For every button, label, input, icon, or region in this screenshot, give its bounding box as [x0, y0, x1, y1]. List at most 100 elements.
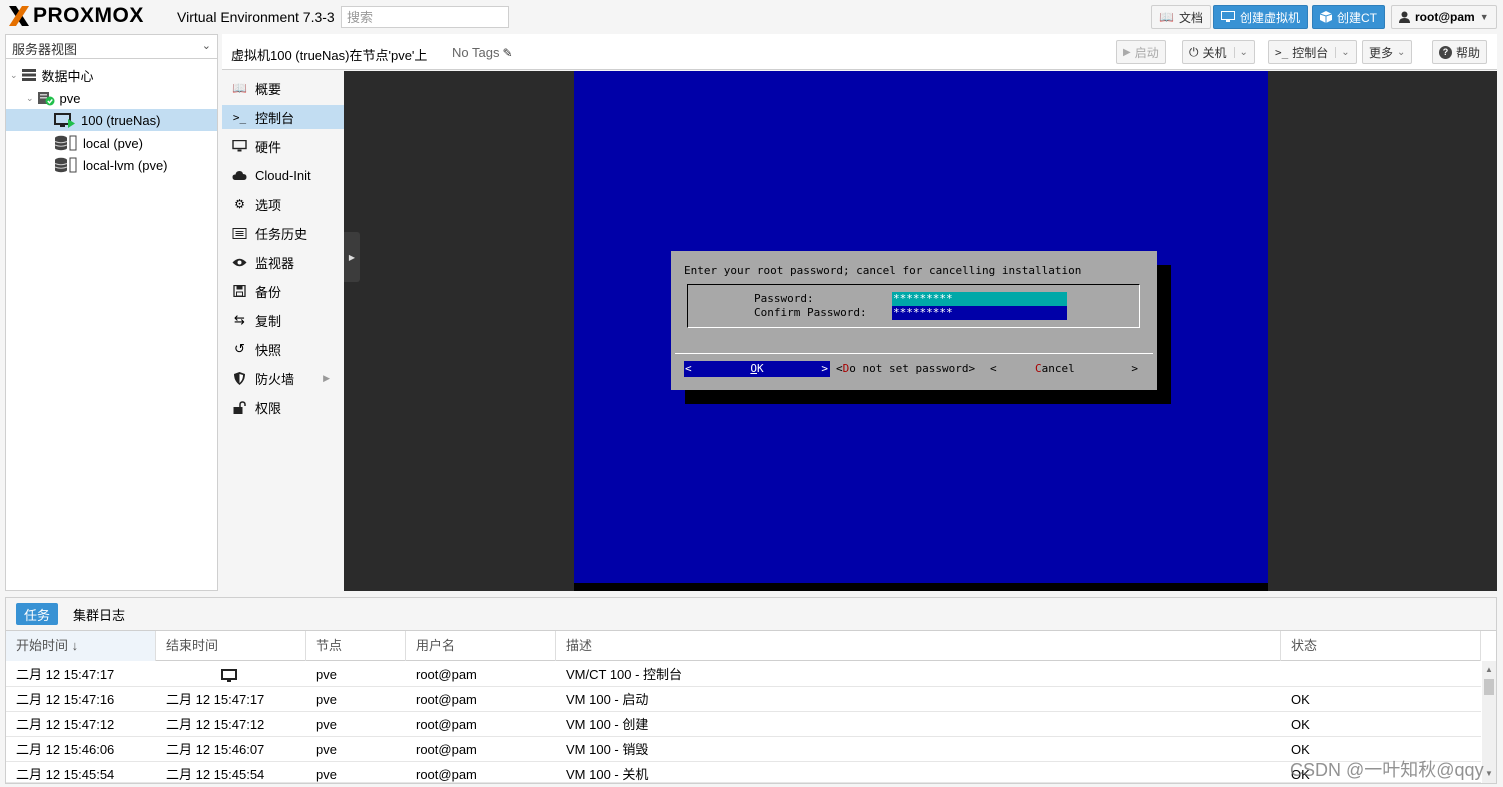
cell-status: OK: [1291, 692, 1310, 707]
cancel-close: >: [1131, 362, 1138, 375]
expand-icon: ⌄: [26, 92, 34, 103]
ok-button[interactable]: < OK >: [684, 361, 830, 377]
vm-nav-menu: 📖 概要 >_ 控制台 硬件 Cloud-Init ⚙ 选项 任务历史 监视器 …: [222, 71, 344, 591]
nav-item-task-history[interactable]: 任务历史: [222, 221, 344, 245]
watermark: CSDN @一叶知秋@qqy: [1290, 760, 1484, 780]
view-select-value: 服务器视图: [12, 42, 78, 57]
chevron-right-icon: ▶: [348, 252, 356, 262]
create-vm-label: 创建虚拟机: [1240, 10, 1301, 25]
datacenter-icon: [21, 69, 36, 81]
column-node[interactable]: 节点: [306, 631, 406, 661]
table-row[interactable]: 二月 12 15:47:16 二月 12 15:47:17 pve root@p…: [6, 687, 1481, 712]
no-password-button[interactable]: <Do not set password>: [836, 362, 975, 375]
cancel-button[interactable]: < Cancel >: [990, 362, 1138, 375]
chevron-down-icon: ⌄: [1397, 46, 1406, 58]
nav-item-backup[interactable]: 备份: [222, 279, 344, 303]
tree-item-node-pve[interactable]: ⌄ pve: [6, 87, 217, 109]
column-end-time[interactable]: 结束时间: [156, 631, 306, 661]
create-vm-button[interactable]: 创建虚拟机: [1213, 5, 1309, 29]
scroll-thumb[interactable]: [1484, 679, 1494, 695]
nav-item-label: 概要: [255, 81, 282, 97]
expand-icon: ⌄: [10, 69, 18, 80]
tags-editor[interactable]: No Tags ✎: [452, 45, 513, 60]
more-button[interactable]: 更多 ⌄: [1362, 40, 1413, 64]
chevron-down-icon[interactable]: ⌄: [1233, 46, 1248, 58]
nav-item-hardware[interactable]: 硬件: [222, 134, 344, 158]
nopw-open: <: [836, 362, 843, 375]
confirm-password-field[interactable]: *********: [892, 306, 1067, 320]
nav-item-label: 复制: [255, 313, 282, 329]
cell-description: VM/CT 100 - 控制台: [566, 667, 683, 682]
more-label: 更多: [1369, 45, 1394, 60]
docs-label: 文档: [1178, 10, 1203, 25]
table-row[interactable]: 二月 12 15:45:54 二月 12 15:45:54 pve root@p…: [6, 762, 1481, 783]
shutdown-button[interactable]: ⏻ 关机 ⌄: [1182, 40, 1255, 64]
table-row[interactable]: 二月 12 15:47:12 二月 12 15:47:12 pve root@p…: [6, 712, 1481, 737]
column-start-time[interactable]: 开始时间 ↓: [6, 631, 156, 661]
cell-user: root@pam: [416, 692, 477, 707]
table-row[interactable]: 二月 12 15:46:06 二月 12 15:46:07 pve root@p…: [6, 737, 1481, 762]
scroll-up-icon[interactable]: ▲: [1485, 665, 1493, 674]
nav-item-cloud-init[interactable]: Cloud-Init: [222, 163, 344, 187]
task-log-panel: 任务 集群日志 开始时间 ↓ 结束时间 节点 用户名 描述 状态 二月 12 1…: [5, 597, 1497, 784]
nav-item-replication[interactable]: ⇆ 复制: [222, 308, 344, 332]
help-button[interactable]: ? 帮助: [1432, 40, 1488, 64]
tree-item-datacenter[interactable]: ⌄ 数据中心: [6, 64, 217, 86]
retweet-icon: ⇆: [234, 312, 245, 327]
tree-item-storage-local[interactable]: local (pve): [6, 132, 217, 154]
console-button[interactable]: >_ 控制台 ⌄: [1268, 40, 1357, 64]
password-field[interactable]: *********: [892, 292, 1067, 306]
list-icon: [232, 227, 247, 239]
help-icon: ?: [1439, 45, 1452, 59]
scroll-down-icon[interactable]: ▼: [1485, 769, 1493, 778]
nav-item-summary[interactable]: 📖 概要: [222, 76, 344, 100]
start-button[interactable]: ▶ 启动: [1116, 40, 1166, 64]
cell-start: 二月 12 15:46:06: [16, 742, 115, 757]
cell-node: pve: [316, 667, 337, 682]
cell-node: pve: [316, 692, 337, 707]
table-row[interactable]: 二月 12 15:47:17 pve root@pam VM/CT 100 - …: [6, 662, 1481, 687]
console-sidebar-toggle[interactable]: ▶: [344, 232, 360, 282]
view-select[interactable]: 服务器视图 ⌄: [6, 35, 217, 59]
user-menu-button[interactable]: root@pam ▼: [1391, 5, 1497, 29]
nav-item-console[interactable]: >_ 控制台: [222, 105, 344, 129]
tab-cluster-log[interactable]: 集群日志: [65, 603, 133, 625]
proxmox-logo[interactable]: PROXMOX: [8, 5, 144, 27]
cell-start: 二月 12 15:47:16: [16, 692, 115, 707]
unlock-icon: [233, 400, 246, 414]
user-label: root@pam: [1415, 10, 1475, 24]
monitor-icon: [1221, 11, 1235, 22]
cell-node: pve: [316, 717, 337, 732]
nav-item-monitor[interactable]: 监视器: [222, 250, 344, 274]
power-icon: ⏻: [1189, 44, 1199, 59]
docs-button[interactable]: 📖 文档: [1151, 5, 1211, 29]
column-description[interactable]: 描述: [556, 631, 1281, 661]
dialog-separator: [675, 353, 1153, 354]
cell-end: 二月 12 15:47:12: [166, 717, 265, 732]
book-icon: 📖: [1159, 10, 1174, 24]
start-label: 启动: [1134, 45, 1159, 60]
nav-item-options[interactable]: ⚙ 选项: [222, 192, 344, 216]
tree-item-storage-local-lvm[interactable]: local-lvm (pve): [6, 154, 217, 176]
nav-item-permissions[interactable]: 权限: [222, 395, 344, 419]
tree-item-vm-100[interactable]: 100 (trueNas): [6, 109, 217, 131]
tree-item-label: local-lvm (pve): [83, 157, 168, 173]
dialog-buttons: < OK > <Do not set password> < Cancel >: [684, 361, 1144, 377]
column-status[interactable]: 状态: [1281, 631, 1481, 661]
monitor-icon: [221, 662, 237, 687]
cell-status: OK: [1291, 717, 1310, 732]
nav-item-firewall[interactable]: 防火墙 ▶: [222, 366, 344, 390]
cell-description: VM 100 - 启动: [566, 692, 649, 707]
create-ct-button[interactable]: 创建CT: [1312, 5, 1385, 29]
table-scrollbar[interactable]: ▲ ▼: [1482, 661, 1496, 783]
chevron-down-icon[interactable]: ⌄: [1335, 46, 1350, 58]
column-user[interactable]: 用户名: [406, 631, 556, 661]
nav-item-label: 防火墙: [255, 371, 295, 387]
cell-description: VM 100 - 销毁: [566, 742, 649, 757]
ok-hotkey: O: [750, 362, 757, 375]
nav-item-snapshot[interactable]: ↺ 快照: [222, 337, 344, 361]
vm-screen-border: [574, 583, 1268, 591]
ok-open: <: [685, 362, 692, 375]
search-input[interactable]: [341, 6, 509, 28]
tab-tasks[interactable]: 任务: [16, 603, 59, 625]
